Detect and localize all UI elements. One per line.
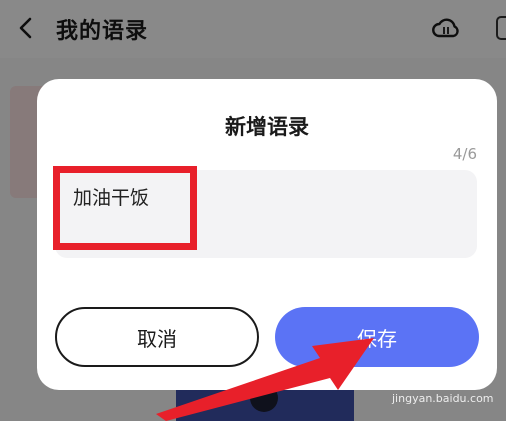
- watermark: Bai度经验 jingyan.baidu.com: [388, 362, 506, 412]
- watermark-logo: Bai度经验: [392, 368, 464, 386]
- watermark-url: jingyan.baidu.com: [392, 392, 494, 405]
- char-counter: 4/6: [452, 145, 477, 163]
- annotation-arrow: [156, 338, 374, 421]
- annotation-box: [53, 166, 197, 250]
- dialog-title: 新增语录: [225, 115, 309, 139]
